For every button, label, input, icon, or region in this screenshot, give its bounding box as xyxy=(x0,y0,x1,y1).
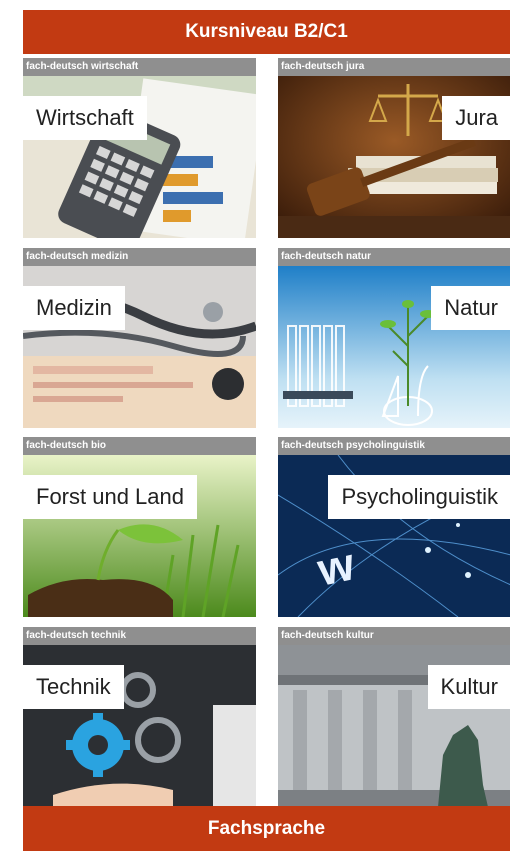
course-card-medizin[interactable]: fach-deutsch medizin Medizin xyxy=(23,248,256,428)
card-tag: fach-deutsch psycholinguistik xyxy=(278,437,510,455)
course-level-banner: Kursniveau B2/C1 xyxy=(23,10,510,54)
card-label: Kultur xyxy=(427,665,510,709)
course-card-wirtschaft[interactable]: fach-deutsch wirtschaft Wirtschaft xyxy=(23,58,256,238)
card-label: Wirtschaft xyxy=(23,96,147,140)
course-card-jura[interactable]: fach-deutsch jura Jura xyxy=(278,58,510,238)
course-card-bio[interactable]: fach-deutsch bio Forst und Land xyxy=(23,437,256,617)
card-label: Medizin xyxy=(23,286,125,330)
card-label: Technik xyxy=(23,665,124,709)
card-tag: fach-deutsch kultur xyxy=(278,627,510,645)
card-tag: fach-deutsch natur xyxy=(278,248,510,266)
card-tag: fach-deutsch jura xyxy=(278,58,510,76)
card-tag: fach-deutsch technik xyxy=(23,627,256,645)
course-card-psycholinguistik[interactable]: fach-deutsch psycholinguistik w Psycholi… xyxy=(278,437,510,617)
card-tag: fach-deutsch bio xyxy=(23,437,256,455)
footer-banner: Fachsprache xyxy=(23,806,510,851)
card-label: Psycholinguistik xyxy=(328,475,510,519)
card-tag: fach-deutsch wirtschaft xyxy=(23,58,256,76)
card-tag: fach-deutsch medizin xyxy=(23,248,256,266)
card-label: Forst und Land xyxy=(23,475,197,519)
course-card-kultur[interactable]: fach-deutsch kultur Kultur xyxy=(278,627,510,807)
course-card-natur[interactable]: fach-deutsch natur Natur xyxy=(278,248,510,428)
card-label: Jura xyxy=(442,96,510,140)
course-card-technik[interactable]: fach-deutsch technik Technik xyxy=(23,627,256,807)
card-label: Natur xyxy=(431,286,510,330)
